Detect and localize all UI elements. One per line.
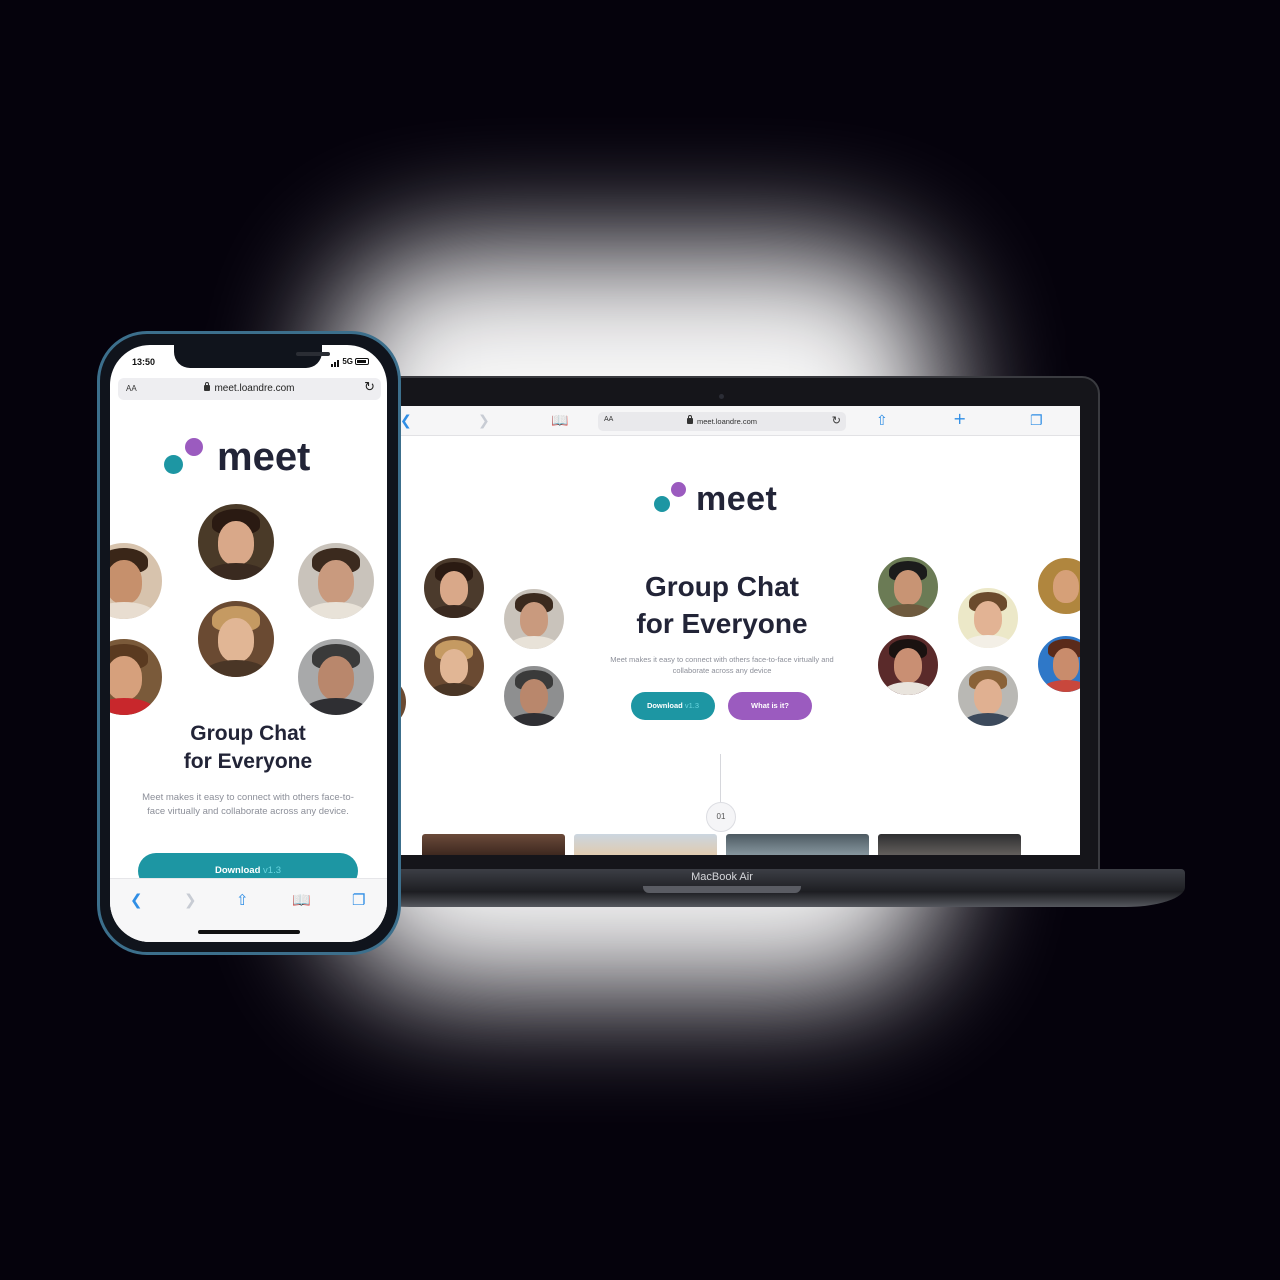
url-text: meet.loandre.com xyxy=(696,417,758,426)
logo-purple-dot xyxy=(671,482,686,497)
phone-notch xyxy=(174,345,330,368)
hero-headline: Group Chat for Everyone xyxy=(636,571,808,639)
avatar xyxy=(196,502,276,582)
avatar xyxy=(110,541,164,621)
avatar xyxy=(956,664,1020,728)
logo-teal-dot xyxy=(654,496,670,512)
avatar xyxy=(296,637,376,717)
phone-screen: 13:50 5G AA meet.loandre.com ↻ meet Grou… xyxy=(110,345,387,942)
step-connector-line xyxy=(720,754,721,802)
preview-thumbnail[interactable] xyxy=(878,834,1021,855)
network-label: 5G xyxy=(342,357,353,366)
preview-thumbnail[interactable] xyxy=(726,834,869,855)
status-indicators: 5G xyxy=(331,357,369,367)
meet-logo[interactable]: meet xyxy=(164,435,344,479)
status-time: 13:50 xyxy=(132,357,156,367)
laptop-address-bar[interactable]: AA meet.loandre.com ↻ xyxy=(598,412,846,431)
forward-icon[interactable]: ❯ xyxy=(478,413,490,429)
logo-purple-dot xyxy=(185,438,203,456)
reload-icon[interactable]: ↻ xyxy=(832,414,841,427)
avatar xyxy=(502,664,566,728)
preview-thumbnail[interactable] xyxy=(422,834,565,855)
avatar xyxy=(1036,556,1080,616)
step-badge: 01 xyxy=(706,802,736,832)
logo-text: meet xyxy=(696,480,778,518)
avatar xyxy=(1036,634,1080,694)
laptop-browser-toolbar: ❮ ❯ 📖 AA meet.loandre.com ↻ ⇧ + ❐ xyxy=(382,406,1080,436)
preview-thumbnail[interactable] xyxy=(574,834,717,855)
avatar xyxy=(110,637,164,717)
hero-subtext: Meet makes it easy to connect with other… xyxy=(610,655,834,675)
forward-icon[interactable]: ❯ xyxy=(184,891,197,909)
avatar xyxy=(422,556,486,620)
bookmarks-icon[interactable]: 📖 xyxy=(551,413,568,429)
logo-text: meet xyxy=(217,435,311,479)
home-indicator xyxy=(198,930,300,934)
logo-teal-dot xyxy=(164,455,183,474)
avatar xyxy=(876,555,940,619)
laptop-hinge-notch xyxy=(643,886,801,893)
avatar xyxy=(296,541,376,621)
what-is-it-button[interactable]: What is it? xyxy=(728,692,812,720)
reload-icon[interactable]: ↻ xyxy=(364,380,375,395)
tabs-icon[interactable]: ❐ xyxy=(1030,413,1043,429)
avatar xyxy=(502,587,566,651)
share-icon[interactable]: ⇧ xyxy=(876,413,888,429)
battery-icon xyxy=(355,358,369,365)
avatar xyxy=(956,586,1020,650)
share-icon[interactable]: ⇧ xyxy=(236,891,249,909)
lock-icon xyxy=(204,382,211,391)
back-icon[interactable]: ❮ xyxy=(400,413,412,429)
phone-address-bar[interactable]: AA meet.loandre.com ↻ xyxy=(118,378,381,400)
avatar xyxy=(876,633,940,697)
avatar xyxy=(422,634,486,698)
new-tab-icon[interactable]: + xyxy=(953,411,966,427)
hero-headline: Group Chat for Everyone xyxy=(183,722,313,773)
laptop-model-label: MacBook Air xyxy=(691,871,753,883)
url-text: meet.loandre.com xyxy=(214,383,295,394)
signal-icon xyxy=(331,358,340,367)
avatar xyxy=(196,599,276,679)
laptop-screen: ❮ ❯ 📖 AA meet.loandre.com ↻ ⇧ + ❐ meet G… xyxy=(382,406,1080,855)
laptop-camera xyxy=(719,394,724,399)
meet-logo[interactable]: meet xyxy=(654,480,804,520)
download-button[interactable]: Download v1.3 xyxy=(631,692,715,720)
lock-icon xyxy=(686,415,693,424)
bookmarks-icon[interactable]: 📖 xyxy=(292,891,311,909)
hero-subtext: Meet makes it easy to connect with other… xyxy=(142,792,354,817)
tabs-icon[interactable]: ❐ xyxy=(352,891,365,909)
back-icon[interactable]: ❮ xyxy=(130,891,143,909)
